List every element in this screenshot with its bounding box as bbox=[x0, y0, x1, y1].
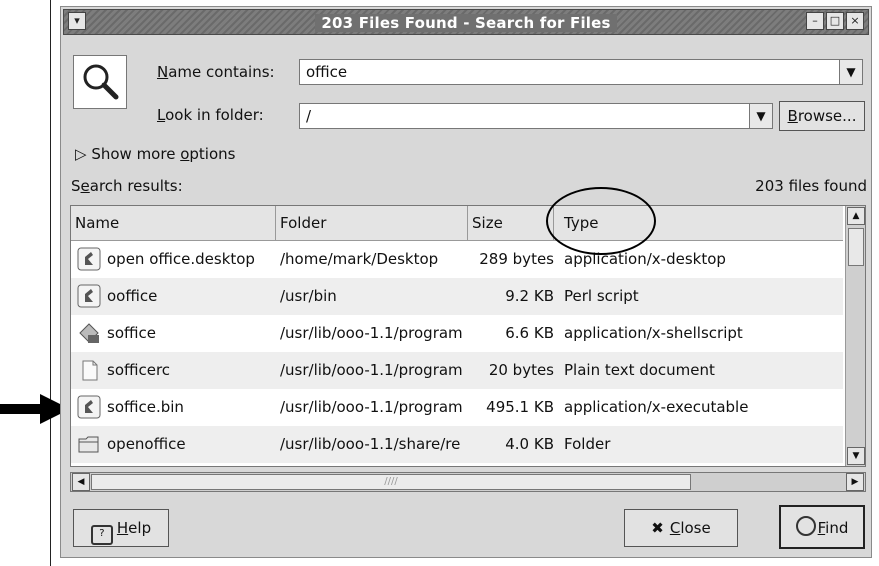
file-folder: /usr/lib/ooo-1.1/program bbox=[280, 324, 463, 342]
look-in-folder-label: Look in folder: bbox=[157, 106, 264, 124]
annotation-circle bbox=[546, 187, 656, 255]
file-type: Perl script bbox=[564, 287, 639, 305]
file-folder: /home/mark/Desktop bbox=[280, 250, 439, 268]
file-name: openoffice bbox=[107, 435, 186, 453]
help-icon: ? bbox=[90, 525, 113, 545]
name-contains-label: Name contains: bbox=[157, 63, 275, 81]
search-magnifier-icon bbox=[73, 55, 127, 109]
search-for-files-window: ▾ 203 Files Found - Search for Files – □… bbox=[60, 6, 872, 558]
file-size: 9.2 KB bbox=[505, 287, 554, 305]
search-results-label: Search results: bbox=[71, 177, 183, 195]
column-header-name[interactable]: Name bbox=[71, 206, 276, 240]
find-button[interactable]: Find bbox=[779, 505, 865, 549]
close-window-button[interactable]: × bbox=[846, 12, 864, 30]
table-row[interactable]: soffice.bin /usr/lib/ooo-1.1/program 495… bbox=[71, 389, 843, 426]
file-type: Plain text document bbox=[564, 361, 715, 379]
file-type: application/x-shellscript bbox=[564, 324, 743, 342]
file-folder: /usr/bin bbox=[280, 287, 337, 305]
search-results-list[interactable]: Name Folder Size Type open office.deskto… bbox=[70, 205, 866, 467]
find-icon bbox=[795, 516, 816, 536]
file-folder: /usr/lib/ooo-1.1/share/re bbox=[280, 435, 461, 453]
maximize-button[interactable]: □ bbox=[826, 12, 844, 30]
name-history-dropdown[interactable]: ▼ bbox=[839, 59, 863, 85]
column-header-folder[interactable]: Folder bbox=[276, 206, 468, 240]
disclosure-triangle-icon: ▷ bbox=[75, 145, 87, 163]
vertical-scrollbar[interactable]: ▲ ▼ bbox=[845, 206, 865, 466]
folder-icon bbox=[78, 436, 99, 453]
table-row[interactable]: ooffice /usr/bin 9.2 KB Perl script bbox=[71, 278, 843, 315]
file-size: 495.1 KB bbox=[486, 398, 554, 416]
file-size: 4.0 KB bbox=[505, 435, 554, 453]
name-contains-input[interactable]: office bbox=[299, 59, 841, 85]
window-title: 203 Files Found - Search for Files bbox=[315, 14, 617, 32]
vertical-scroll-thumb[interactable] bbox=[848, 228, 864, 266]
scroll-left-icon[interactable]: ◀ bbox=[72, 473, 90, 491]
table-row[interactable]: soffice /usr/lib/ooo-1.1/program 6.6 KB … bbox=[71, 315, 843, 352]
horizontal-scrollbar[interactable]: ◀ //// ▶ bbox=[70, 472, 866, 492]
close-button[interactable]: ✖ Close bbox=[624, 509, 738, 547]
scroll-down-icon[interactable]: ▼ bbox=[847, 447, 865, 465]
column-header-row: Name Folder Size Type bbox=[71, 206, 843, 241]
file-type: application/x-executable bbox=[564, 398, 749, 416]
file-name: ooffice bbox=[107, 287, 158, 305]
page-edge-line bbox=[50, 0, 51, 566]
scroll-right-icon[interactable]: ▶ bbox=[846, 473, 864, 491]
title-bar[interactable]: ▾ 203 Files Found - Search for Files – □… bbox=[63, 9, 869, 35]
file-name: open office.desktop bbox=[107, 250, 255, 268]
file-name: soffice.bin bbox=[107, 398, 184, 416]
desktop-file-icon bbox=[77, 247, 101, 271]
file-name: sofficerc bbox=[107, 361, 171, 379]
browse-button[interactable]: Browse... bbox=[779, 101, 865, 131]
scroll-up-icon[interactable]: ▲ bbox=[847, 207, 865, 225]
table-row[interactable]: openoffice /usr/lib/ooo-1.1/share/re 4.0… bbox=[71, 426, 843, 463]
table-row[interactable]: open office.desktop /home/mark/Desktop 2… bbox=[71, 241, 843, 278]
executable-icon bbox=[77, 395, 101, 419]
file-size: 6.6 KB bbox=[505, 324, 554, 342]
file-size: 289 bytes bbox=[479, 250, 554, 268]
table-row[interactable]: sofficerc /usr/lib/ooo-1.1/program 20 by… bbox=[71, 352, 843, 389]
shellscript-icon bbox=[79, 323, 99, 343]
file-folder: /usr/lib/ooo-1.1/program bbox=[280, 398, 463, 416]
column-header-size[interactable]: Size bbox=[468, 206, 554, 240]
executable-icon bbox=[77, 284, 101, 308]
files-found-count: 203 files found bbox=[755, 177, 867, 195]
text-document-icon bbox=[82, 360, 98, 381]
folder-dropdown[interactable]: ▼ bbox=[749, 103, 773, 129]
show-more-options-expander[interactable]: ▷ Show more options bbox=[75, 145, 235, 163]
chevron-down-icon: ▼ bbox=[846, 65, 856, 79]
chevron-down-icon: ▼ bbox=[756, 109, 766, 123]
file-size: 20 bytes bbox=[488, 361, 554, 379]
close-icon: ✖ bbox=[651, 519, 664, 537]
horizontal-scroll-thumb[interactable]: //// bbox=[91, 474, 691, 490]
minimize-button[interactable]: – bbox=[806, 12, 824, 30]
file-folder: /usr/lib/ooo-1.1/program bbox=[280, 361, 463, 379]
help-button[interactable]: ? Help bbox=[73, 509, 169, 547]
file-name: soffice bbox=[107, 324, 156, 342]
look-in-folder-input[interactable]: / bbox=[299, 103, 751, 129]
file-type: Folder bbox=[564, 435, 611, 453]
